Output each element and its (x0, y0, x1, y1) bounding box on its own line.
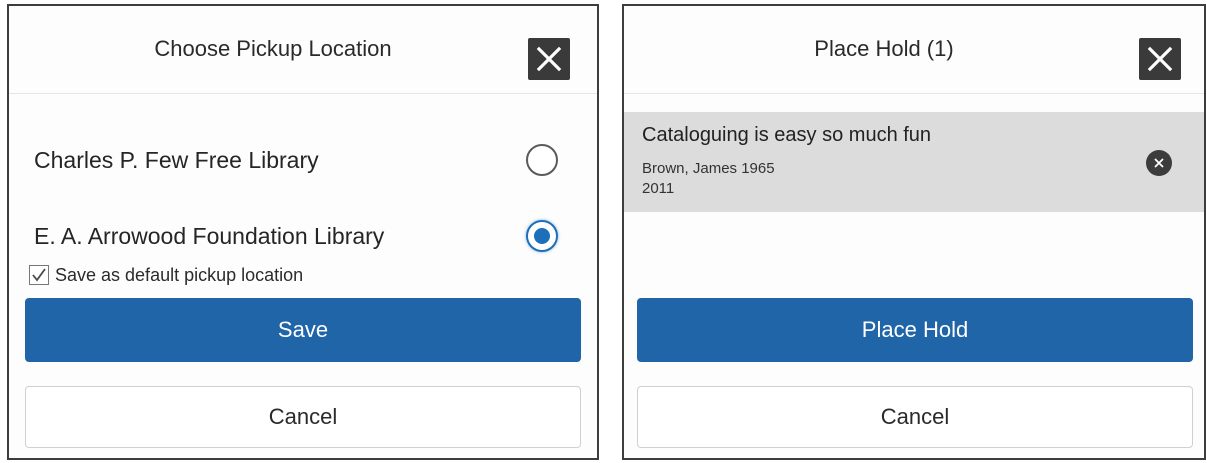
location-radio-selected[interactable] (526, 220, 558, 252)
location-option-arrowood[interactable]: E. A. Arrowood Foundation Library (9, 206, 597, 266)
place-hold-dialog: Place Hold (1) Cataloguing is easy so mu… (622, 4, 1206, 460)
location-option-charles-p-few[interactable]: Charles P. Few Free Library (9, 130, 597, 190)
default-location-option[interactable]: Save as default pickup location (29, 262, 303, 288)
hold-item: Cataloguing is easy so much fun Brown, J… (624, 112, 1204, 212)
hold-item-title: Cataloguing is easy so much fun (642, 124, 932, 146)
cancel-button[interactable]: Cancel (25, 386, 581, 448)
remove-icon (1154, 158, 1164, 168)
close-button[interactable] (528, 38, 570, 80)
pickup-location-dialog: Choose Pickup Location Charles P. Few Fr… (7, 4, 599, 460)
close-icon (536, 46, 562, 72)
close-button[interactable] (1139, 38, 1181, 80)
location-radio[interactable] (526, 144, 558, 176)
radio-dot (534, 228, 550, 244)
save-button[interactable]: Save (25, 298, 581, 362)
screenshot-canvas: Choose Pickup Location Charles P. Few Fr… (0, 0, 1207, 463)
hold-item-author: Brown, James 1965 (642, 160, 775, 177)
dialog-title: Place Hold (1) (814, 36, 954, 61)
location-option-label: Charles P. Few Free Library (34, 146, 319, 173)
default-location-label: Save as default pickup location (55, 264, 304, 285)
location-option-label: E. A. Arrowood Foundation Library (34, 222, 385, 249)
dialog-title: Choose Pickup Location (154, 36, 392, 61)
cancel-button[interactable]: Cancel (637, 386, 1193, 448)
remove-item-button[interactable] (1146, 150, 1172, 176)
dialog-header: Place Hold (1) (624, 6, 1204, 94)
hold-item-year: 2011 (642, 180, 675, 197)
default-location-checkbox[interactable] (29, 265, 49, 285)
close-icon (1147, 46, 1173, 72)
checkmark-icon (32, 268, 46, 282)
dialog-header: Choose Pickup Location (9, 6, 597, 94)
place-hold-button[interactable]: Place Hold (637, 298, 1193, 362)
